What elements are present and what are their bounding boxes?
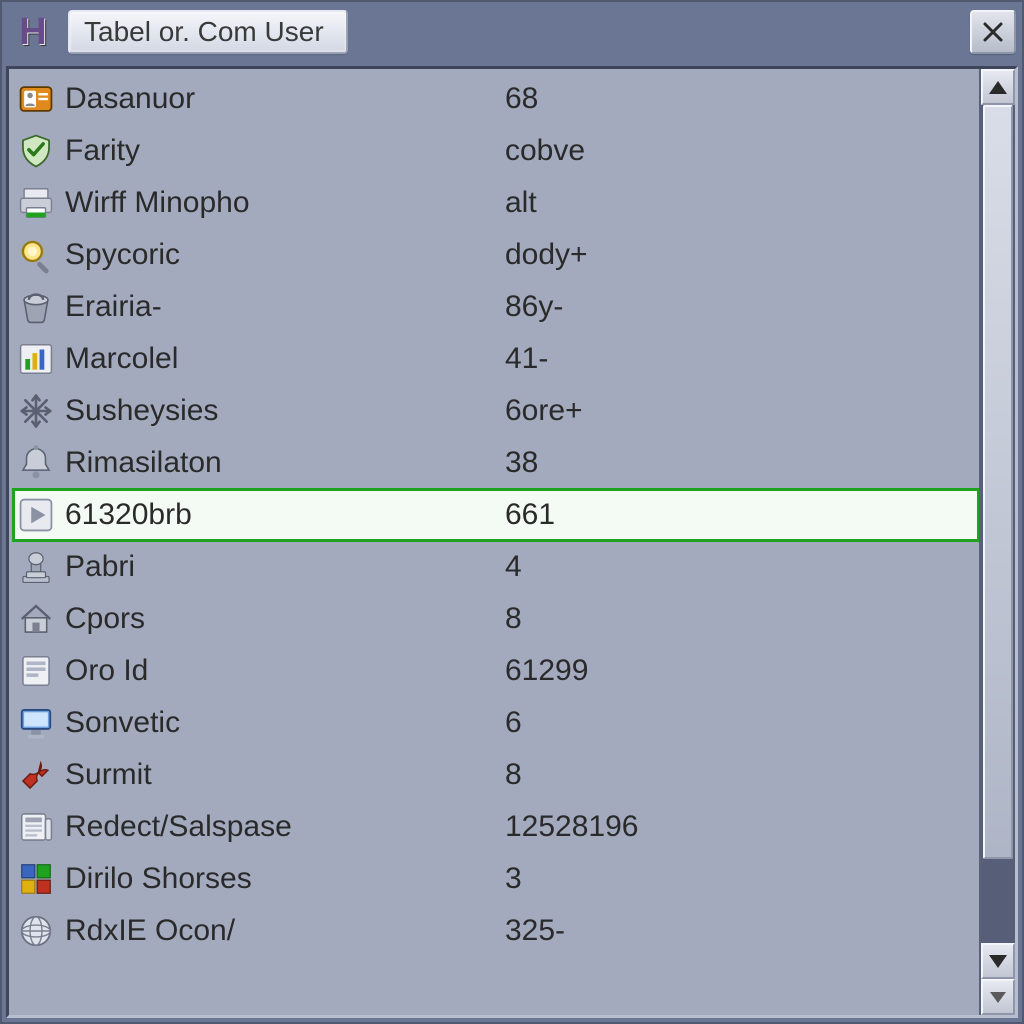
list-item[interactable]: Pabri 4 (13, 541, 979, 593)
wrench-icon (17, 756, 55, 794)
list-item[interactable]: RdxIE Ocon/325- (13, 905, 979, 957)
list-item[interactable]: Sonvetic 6 (13, 697, 979, 749)
list-item[interactable]: Surmit 8 (13, 749, 979, 801)
scroll-thumb[interactable] (983, 105, 1013, 859)
list-item-label: 61320brb (65, 498, 495, 532)
stamp-icon (17, 548, 55, 586)
list-item[interactable]: Farity cobve (13, 125, 979, 177)
list-item-label: Susheysies (65, 394, 495, 428)
list-item-label: Spycoric (65, 238, 495, 272)
list-item[interactable]: Spycoric dody+ (13, 229, 979, 281)
list-item-value: 8 (505, 602, 973, 636)
list-item[interactable]: Dirilo Shorses 3 (13, 853, 979, 905)
list-item[interactable]: Rimasilaton 38 (13, 437, 979, 489)
list-item-value: alt (505, 186, 973, 220)
list-item-value: dody+ (505, 238, 973, 272)
shield-check-icon (17, 132, 55, 170)
list-item-value: 68 (505, 82, 973, 116)
chart-icon (17, 340, 55, 378)
house-icon (17, 600, 55, 638)
list-item-label: Cpors (65, 602, 495, 636)
property-list: Dasanuor68FaritycobveWirff MinophoaltSpy… (9, 69, 979, 1015)
triangle-down-icon (990, 992, 1006, 1003)
printer-icon (17, 184, 55, 222)
list-item-value: 12528196 (505, 810, 973, 844)
play-icon (17, 496, 55, 534)
form-icon (17, 652, 55, 690)
window-title: Tabel or. Com User (68, 10, 348, 54)
list-item[interactable]: Cpors 8 (13, 593, 979, 645)
arrow-up-icon (989, 81, 1007, 94)
list-item-label: Oro Id (65, 654, 495, 688)
list-item[interactable]: Oro Id 61299 (13, 645, 979, 697)
list-item-label: Sonvetic (65, 706, 495, 740)
bell-icon (17, 444, 55, 482)
arrow-down-icon (989, 955, 1007, 968)
list-item-value: 41- (505, 342, 973, 376)
scroll-track[interactable] (981, 105, 1015, 943)
list-item-value: 8 (505, 758, 973, 792)
list-item-value: 6ore+ (505, 394, 973, 428)
scroll-up-button[interactable] (981, 69, 1015, 105)
list-item-value: 4 (505, 550, 973, 584)
snowflake-icon (17, 392, 55, 430)
list-item[interactable]: Marcolel 41- (13, 333, 979, 385)
monitor-icon (17, 704, 55, 742)
list-item-label: Pabri (65, 550, 495, 584)
list-item-value: 3 (505, 862, 973, 896)
list-item-label: Marcolel (65, 342, 495, 376)
titlebar: H Tabel or. Com User (6, 6, 1018, 58)
list-item-label: Farity (65, 134, 495, 168)
list-item-value: cobve (505, 134, 973, 168)
list-item[interactable]: Susheysies 6ore+ (13, 385, 979, 437)
list-item-value: 6 (505, 706, 973, 740)
list-item[interactable]: Wirff Minopho alt (13, 177, 979, 229)
close-icon (981, 20, 1005, 44)
list-item-label: Surmit (65, 758, 495, 792)
list-item-value: 661 (505, 498, 973, 532)
id-badge-icon (17, 80, 55, 118)
bucket-icon (17, 288, 55, 326)
list-item-value: 61299 (505, 654, 973, 688)
list-item-label: Redect/Salspase (65, 810, 495, 844)
list-item[interactable]: Erairia- 86y- (13, 281, 979, 333)
app-icon: H (8, 8, 58, 56)
list-item-label: Dirilo Shorses (65, 862, 495, 896)
scroll-down-button[interactable] (981, 943, 1015, 979)
list-item-value: 38 (505, 446, 973, 480)
scroll-end-button[interactable] (981, 979, 1015, 1015)
list-item-value: 86y- (505, 290, 973, 324)
list-item-value: 325- (505, 914, 973, 948)
list-item-label: Dasanuor (65, 82, 495, 116)
search-icon (17, 236, 55, 274)
list-item[interactable]: Dasanuor 68 (13, 73, 979, 125)
list-item-label: RdxIE Ocon/ (65, 914, 495, 948)
list-item-label: Rimasilaton (65, 446, 495, 480)
content-area: Dasanuor68FaritycobveWirff MinophoaltSpy… (6, 66, 1018, 1018)
list-item[interactable]: Redect/Salspase 12528196 (13, 801, 979, 853)
window-frame: H Tabel or. Com User Dasanuor68Faritycob… (0, 0, 1024, 1024)
globe-icon (17, 912, 55, 950)
news-icon (17, 808, 55, 846)
close-button[interactable] (970, 10, 1016, 54)
blocks-icon (17, 860, 55, 898)
list-item[interactable]: 61320brb 661 (13, 489, 979, 541)
list-item-label: Erairia- (65, 290, 495, 324)
vertical-scrollbar[interactable] (979, 69, 1015, 1015)
list-item-label: Wirff Minopho (65, 186, 495, 220)
